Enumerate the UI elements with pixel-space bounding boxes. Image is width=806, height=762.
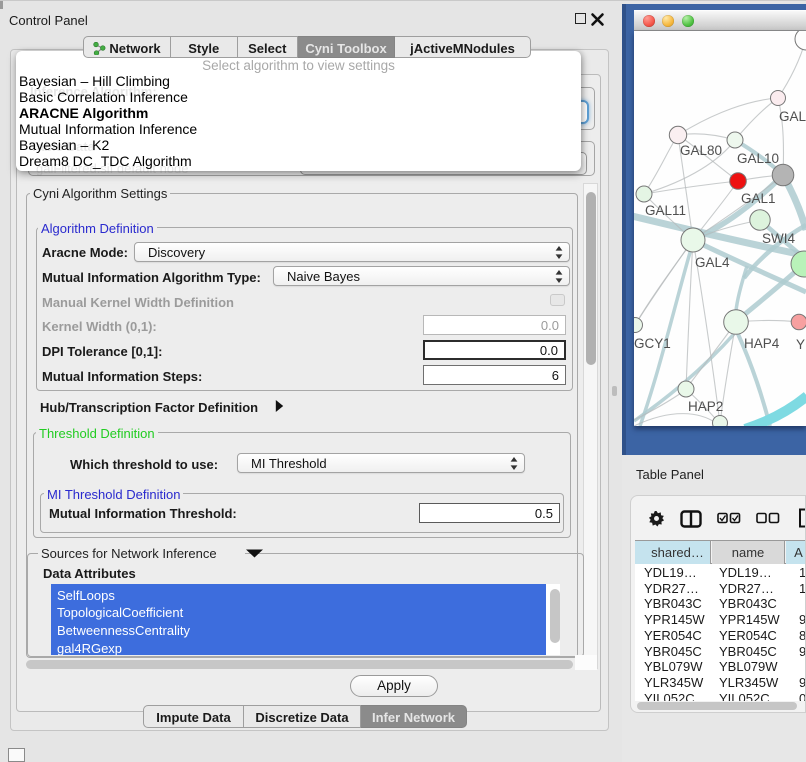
svg-text:Y: Y	[796, 337, 805, 352]
svg-text:GAL11: GAL11	[645, 203, 686, 218]
svg-text:SWI4: SWI4	[762, 231, 795, 246]
svg-text:GAL10: GAL10	[737, 151, 779, 166]
svg-text:GAL80: GAL80	[680, 143, 722, 158]
svg-text:GCY1: GCY1	[634, 336, 671, 351]
svg-text:GAL4: GAL4	[695, 255, 730, 270]
svg-text:HAP2: HAP2	[688, 399, 723, 414]
svg-text:GAL: GAL	[779, 109, 806, 124]
svg-text:HAP4: HAP4	[744, 336, 780, 351]
svg-text:GAL1: GAL1	[741, 191, 776, 206]
